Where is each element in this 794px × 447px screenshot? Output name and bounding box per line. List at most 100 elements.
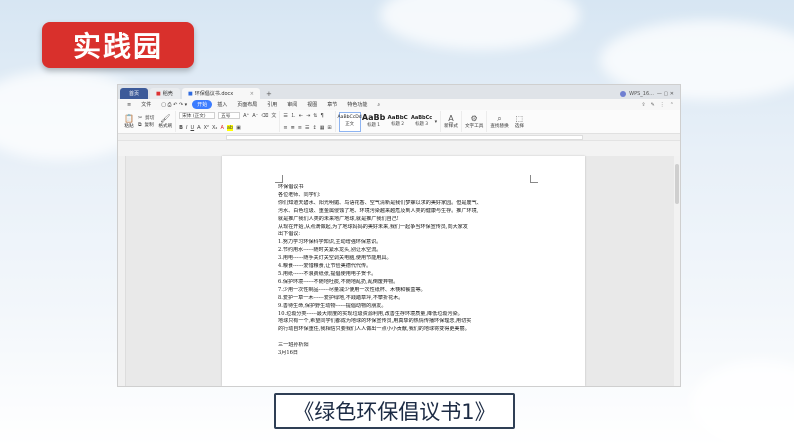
cut-label: 剪切 [145, 116, 155, 121]
strikethrough-icon[interactable]: A̶ [197, 125, 200, 131]
numbering-icon[interactable]: ⒈ [291, 112, 296, 119]
shrink-font-icon[interactable]: A⁻ [252, 113, 258, 119]
caption-box: 《绿色环保倡议书1》 [274, 393, 515, 429]
decrease-indent-icon[interactable]: ⇤ [299, 113, 303, 119]
menu-tab-chapter[interactable]: 章节 [322, 101, 342, 108]
user-name: WPS_16... [629, 91, 654, 97]
shading-icon[interactable]: ▦ [320, 125, 325, 131]
text-tools-label: 文字工具 [464, 124, 484, 129]
document-line: 3.用电------随手关灯关空调关电脑,使用节能用具。 [278, 255, 392, 262]
window-controls[interactable]: — ▢ ✕ [657, 91, 674, 97]
font-color-icon[interactable]: A [220, 125, 223, 131]
find-replace-button[interactable]: ⌕ 查找替换 [490, 114, 508, 129]
style-heading-2[interactable]: AaBbC 标题 2 [387, 112, 409, 132]
copy-button[interactable]: ⧉ 复制 [138, 122, 154, 128]
subscript-icon[interactable]: X₂ [212, 125, 217, 131]
comment-icon[interactable]: ✎ [651, 102, 655, 108]
share-icon[interactable]: ⇪ [641, 102, 645, 108]
style-normal[interactable]: AaBbCcDd 正文 [338, 111, 362, 132]
search-icon[interactable]: ⌕ [372, 102, 385, 108]
menu-tab-home[interactable]: 开始 [192, 100, 213, 109]
align-left-icon[interactable]: ≡ [283, 125, 287, 131]
collapse-icon[interactable]: ⌃ [670, 102, 674, 108]
justify-icon[interactable]: ☰ [305, 125, 309, 131]
borders-icon[interactable]: ⊞ [327, 125, 331, 131]
style-label: 标题 1 [367, 123, 381, 129]
superscript-icon[interactable]: X² [204, 125, 209, 131]
ribbon: 📋 粘贴 ✂ 剪切 ⧉ 复制 🖌 格式刷 宋体 (正文) 五号 A⁺ A⁻ ⌫ 文 B … [118, 110, 680, 134]
caption-text: 《绿色环保倡议书1》 [293, 400, 496, 424]
bullets-icon[interactable]: ☰ [283, 113, 287, 119]
document-line: 就是推广我们人类的未来地广地球,就是推广我们自己! [278, 215, 399, 222]
italic-icon[interactable]: I [186, 125, 187, 131]
char-border-icon[interactable]: ▣ [236, 125, 241, 131]
font-name-select[interactable]: 宋体 (正文) [179, 112, 216, 119]
increase-indent-icon[interactable]: ⇥ [306, 113, 310, 119]
text-tools-icon: ⚙ [470, 114, 478, 123]
bold-icon[interactable]: B [179, 125, 183, 131]
document-body[interactable]: 环保倡议书 各位老师、同学们: 你们知道天碧水、阳光明媚、鸟语花香、空气清新是我们梦… [278, 184, 528, 358]
vertical-ruler[interactable] [118, 156, 126, 386]
quick-access-icons[interactable]: ▢ ⎙ ↶ ↷ ▾ [156, 102, 192, 108]
font-group: 宋体 (正文) 五号 A⁺ A⁻ ⌫ 文 B I U A̶ X² X₂ A ab… [176, 111, 281, 132]
clear-format-icon[interactable]: ⌫ [261, 113, 268, 119]
section-banner: 实践园 [42, 22, 194, 68]
style-preview: AaBbC [387, 114, 408, 121]
align-center-icon[interactable]: ≣ [291, 125, 295, 131]
close-tab-icon[interactable]: × [250, 91, 254, 97]
paste-button[interactable]: 📋 粘贴 [124, 114, 134, 129]
select-label: 选择 [514, 124, 524, 129]
menu-tab-insert[interactable]: 插入 [212, 101, 232, 108]
style-heading-3[interactable]: AaBbCc 标题 3 [411, 112, 433, 132]
menu-icon[interactable]: ≡ [122, 102, 136, 108]
document-line: 的行动自环保重任,我相信只要我们人人做出一点小小贡献,我们的地球将变得更美丽。 [278, 326, 470, 333]
tab-home[interactable]: 首页 [120, 88, 148, 99]
wps-window: 首页 ■ 稻壳 ■ 环保倡议书.docx × + WPS_16... — ▢ ✕ ≡ 文… [117, 84, 681, 387]
text-tools-button[interactable]: ⚙ 文字工具 [465, 114, 483, 129]
scrollbar-thumb[interactable] [675, 164, 679, 204]
phonetic-icon[interactable]: 文 [271, 112, 276, 119]
line-spacing-icon[interactable]: ↕ [312, 125, 316, 131]
underline-icon[interactable]: U [190, 125, 194, 131]
more-icon[interactable]: ⋮ [660, 102, 665, 108]
style-preview: AaBb [361, 113, 386, 123]
new-style-button[interactable]: A̲ 新样式 [444, 114, 458, 129]
user-account[interactable]: WPS_16... — ▢ ✕ [614, 91, 680, 99]
document-page[interactable]: 环保倡议书 各位老师、同学们: 你们知道天碧水、阳光明媚、鸟语花香、空气清新是我们梦… [222, 156, 585, 386]
cut-button[interactable]: ✂ 剪切 [138, 115, 154, 121]
copy-label: 复制 [144, 123, 154, 128]
document-line: 9.善待生命,保护野生动物------提倡动物的朋友。 [278, 302, 387, 309]
horizontal-ruler[interactable] [118, 134, 680, 141]
grow-font-icon[interactable]: A⁺ [243, 113, 249, 119]
menu-tab-review[interactable]: 审阅 [282, 101, 302, 108]
document-line: 污水、白色垃圾、重金属侵蚀了地、环境污染越来越危及到人类的健康与生存。推广环境, [278, 207, 479, 214]
menu-tab-features[interactable]: 特色功能 [342, 101, 372, 108]
find-replace-icon: ⌕ [497, 114, 502, 123]
font-size-value: 五号 [221, 113, 231, 119]
tab-document[interactable]: ■ 环保倡议书.docx × [182, 88, 260, 99]
menu-tab-references[interactable]: 引用 [262, 101, 282, 108]
vertical-scrollbar[interactable] [674, 156, 680, 386]
highlight-icon[interactable]: ab [226, 125, 234, 131]
styles-more-icon[interactable]: ▾ [435, 119, 438, 125]
document-line: 各位老师、同学们: [278, 191, 321, 198]
document-line: 三一班孙析阳 [278, 342, 309, 349]
brush-icon: 🖌 [160, 114, 171, 123]
tab-docer[interactable]: ■ 稻壳 [150, 88, 180, 99]
menu-tab-layout[interactable]: 页面布局 [232, 101, 262, 108]
style-heading-1[interactable]: AaBb 标题 1 [361, 112, 386, 132]
document-line: 5.用纸------不浪费纸张,提倡使用电子贺卡。 [278, 270, 377, 277]
menu-file[interactable]: 文件 [136, 101, 156, 108]
select-button[interactable]: ⬚ 选择 [515, 114, 524, 129]
style-label: 标题 3 [415, 121, 429, 127]
document-line: 你们知道天碧水、阳光明媚、鸟语花香、空气清新是我们梦寐以求的美好家园。但是废气、 [278, 199, 482, 206]
new-tab-button[interactable]: + [262, 90, 276, 99]
align-right-icon[interactable]: ≡ [298, 125, 302, 131]
format-painter-button[interactable]: 🖌 格式刷 [158, 114, 172, 129]
tab-label: 环保倡议书.docx [194, 91, 234, 97]
select-icon: ⬚ [515, 114, 524, 123]
sort-icon[interactable]: ⇅ [313, 113, 317, 119]
menu-tab-view[interactable]: 视图 [302, 101, 322, 108]
font-size-select[interactable]: 五号 [218, 112, 241, 119]
show-marks-icon[interactable]: ¶ [321, 113, 324, 119]
